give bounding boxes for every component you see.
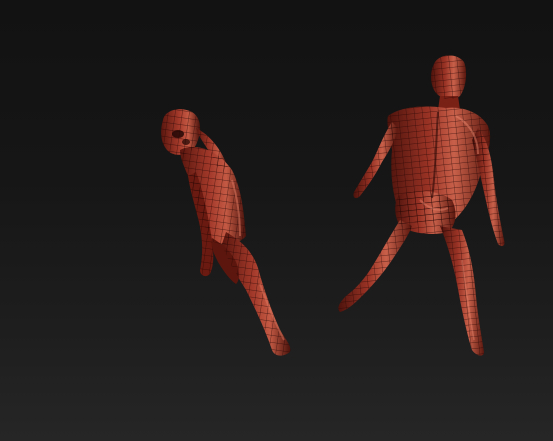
wireframe-figure-left[interactable] xyxy=(161,109,291,356)
wireframe-figure-right[interactable] xyxy=(338,55,505,356)
right-figure-mesh xyxy=(338,55,505,356)
left-figure-mesh xyxy=(161,109,291,356)
3d-viewport[interactable] xyxy=(0,0,553,441)
viewport-canvas xyxy=(161,55,505,356)
